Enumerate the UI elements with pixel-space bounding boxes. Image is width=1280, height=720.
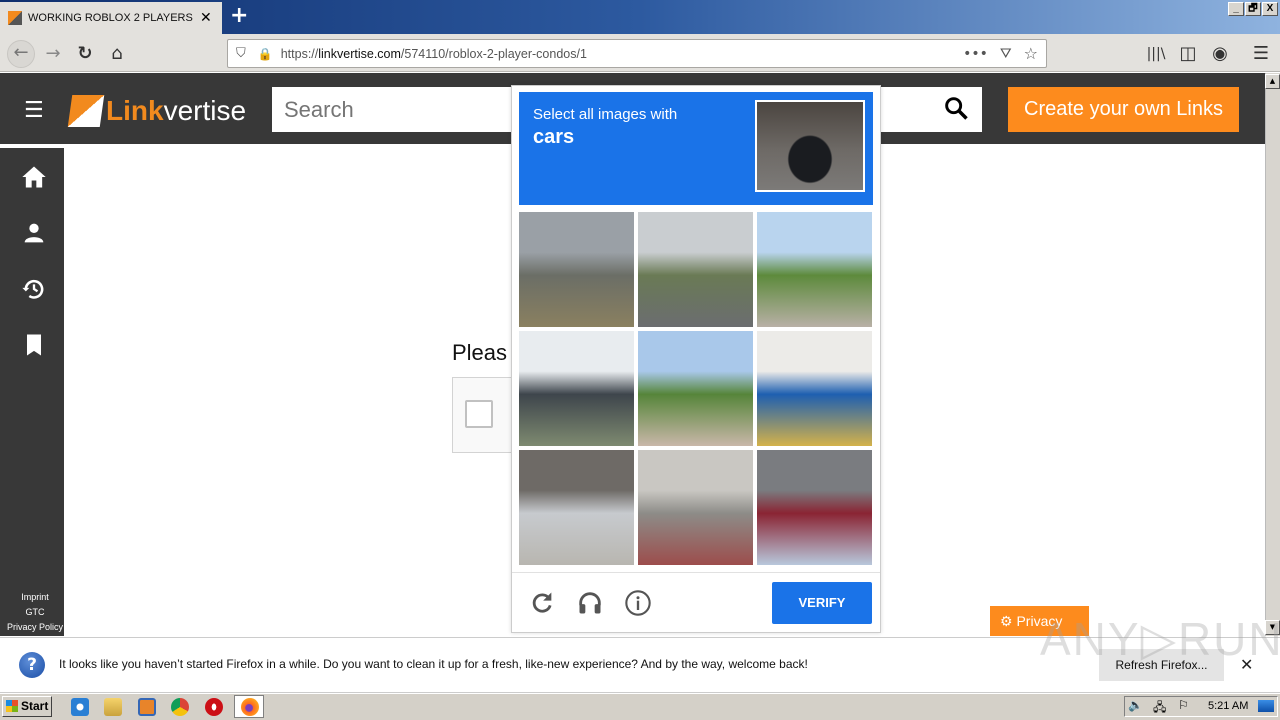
linkvertise-favicon-icon [8,11,22,25]
arrow-right-icon: → [45,43,61,64]
scroll-up-arrow[interactable]: ▲ [1265,74,1280,89]
back-button[interactable]: ← [7,40,35,68]
system-tray [1124,696,1278,717]
tab-close-icon[interactable]: ✕ [200,10,212,26]
firefox-taskbar-button[interactable] [234,695,264,718]
notification-message: It looks like you haven’t started Firefo… [59,657,808,671]
forward-button[interactable]: → [41,42,65,66]
imprint-link[interactable]: Imprint [0,592,70,602]
page-scrollbar[interactable] [1265,73,1280,636]
linkvertise-logo[interactable]: Link vertise [67,95,246,127]
captcha-tile-7[interactable] [519,450,634,565]
pocket-icon[interactable]: ⛛ [1000,46,1012,62]
browser-tab[interactable]: WORKING ROBLOX 2 PLAYERS CONDOS ✕ [0,2,222,34]
opera-icon[interactable] [205,698,223,716]
please-heading: Pleas [452,340,508,365]
captcha-footer-divider [512,572,880,573]
firefox-icon [241,698,259,716]
captcha-tile-4[interactable] [519,331,634,446]
sidebar-toggle-icon[interactable]: ◫ [1176,42,1200,66]
question-icon: ? [19,652,45,678]
captcha-instruction: Select all images with [533,106,678,123]
network-icon[interactable]: 🖧 [1153,698,1166,719]
internet-explorer-icon[interactable] [71,698,89,716]
sidebar-history-icon[interactable] [20,275,48,303]
restore-button[interactable]: 🗗 [1245,2,1261,16]
logo-mark-icon [67,95,105,127]
captcha-checkbox[interactable] [465,400,493,428]
anyrun-watermark: ANY▷RUN [1040,613,1280,665]
home-icon: ⌂ [111,43,123,64]
start-button[interactable]: Start [2,696,52,717]
captcha-tile-8[interactable] [638,450,753,565]
sidebar-home-icon[interactable] [20,163,48,191]
gtc-link[interactable]: GTC [0,607,70,617]
create-links-button[interactable]: Create your own Links [1008,87,1239,132]
menu-icon[interactable]: ☰ [1249,42,1273,66]
tab-title: WORKING ROBLOX 2 PLAYERS CONDOS [28,12,194,24]
search-icon[interactable] [942,94,970,128]
shield-icon[interactable]: ⛉ [236,46,246,61]
library-icon[interactable]: |||\ [1144,42,1168,66]
minimize-button[interactable]: _ [1228,2,1244,16]
hamburger-menu-icon[interactable]: ☰ [24,98,44,123]
home-button[interactable]: ⌂ [105,42,129,66]
action-center-flag-icon[interactable]: ⚐ [1178,698,1189,712]
lock-icon[interactable]: 🔒 [258,47,273,61]
arrow-left-icon: ← [13,42,29,63]
clock: 5:21 AM [1208,700,1249,712]
close-window-button[interactable]: X [1262,2,1278,16]
reload-button[interactable]: ↻ [73,42,97,66]
windows-logo-icon [6,700,18,712]
sidebar-user-icon[interactable] [20,219,48,247]
taskbar [0,693,1280,720]
chrome-icon[interactable] [171,698,189,716]
more-actions-icon[interactable]: ••• [963,46,988,62]
sidebar-bookmark-icon[interactable] [20,331,48,359]
reload-icon: ↻ [77,43,93,64]
new-tab-button[interactable]: + [230,4,248,28]
audio-challenge-icon[interactable] [576,589,604,617]
refresh-challenge-icon[interactable] [528,589,556,617]
url-text[interactable]: https://linkvertise.com/574110/roblox-2-… [281,47,587,61]
captcha-sample-image [755,100,865,192]
captcha-tile-6[interactable] [757,331,872,446]
captcha-target: cars [533,126,575,148]
account-icon[interactable]: ◉ [1208,42,1232,66]
file-explorer-icon[interactable] [104,698,122,716]
url-bar[interactable]: ⛉ 🔒 https://linkvertise.com/574110/roblo… [227,39,1047,68]
captcha-tile-2[interactable] [638,212,753,327]
captcha-tile-5[interactable] [638,331,753,446]
privacy-policy-link[interactable]: Privacy Policy [0,622,70,632]
captcha-tile-3[interactable] [757,212,872,327]
verify-button[interactable]: VERIFY [772,582,872,624]
show-desktop-icon[interactable] [1258,700,1274,712]
volume-icon[interactable]: 🔈 [1128,698,1143,712]
gear-icon: ⚙ [1000,613,1013,629]
captcha-tile-9[interactable] [757,450,872,565]
captcha-tile-1[interactable] [519,212,634,327]
bookmark-star-icon[interactable]: ☆ [1024,44,1038,63]
media-player-icon[interactable] [138,698,156,716]
info-icon[interactable] [624,589,652,617]
